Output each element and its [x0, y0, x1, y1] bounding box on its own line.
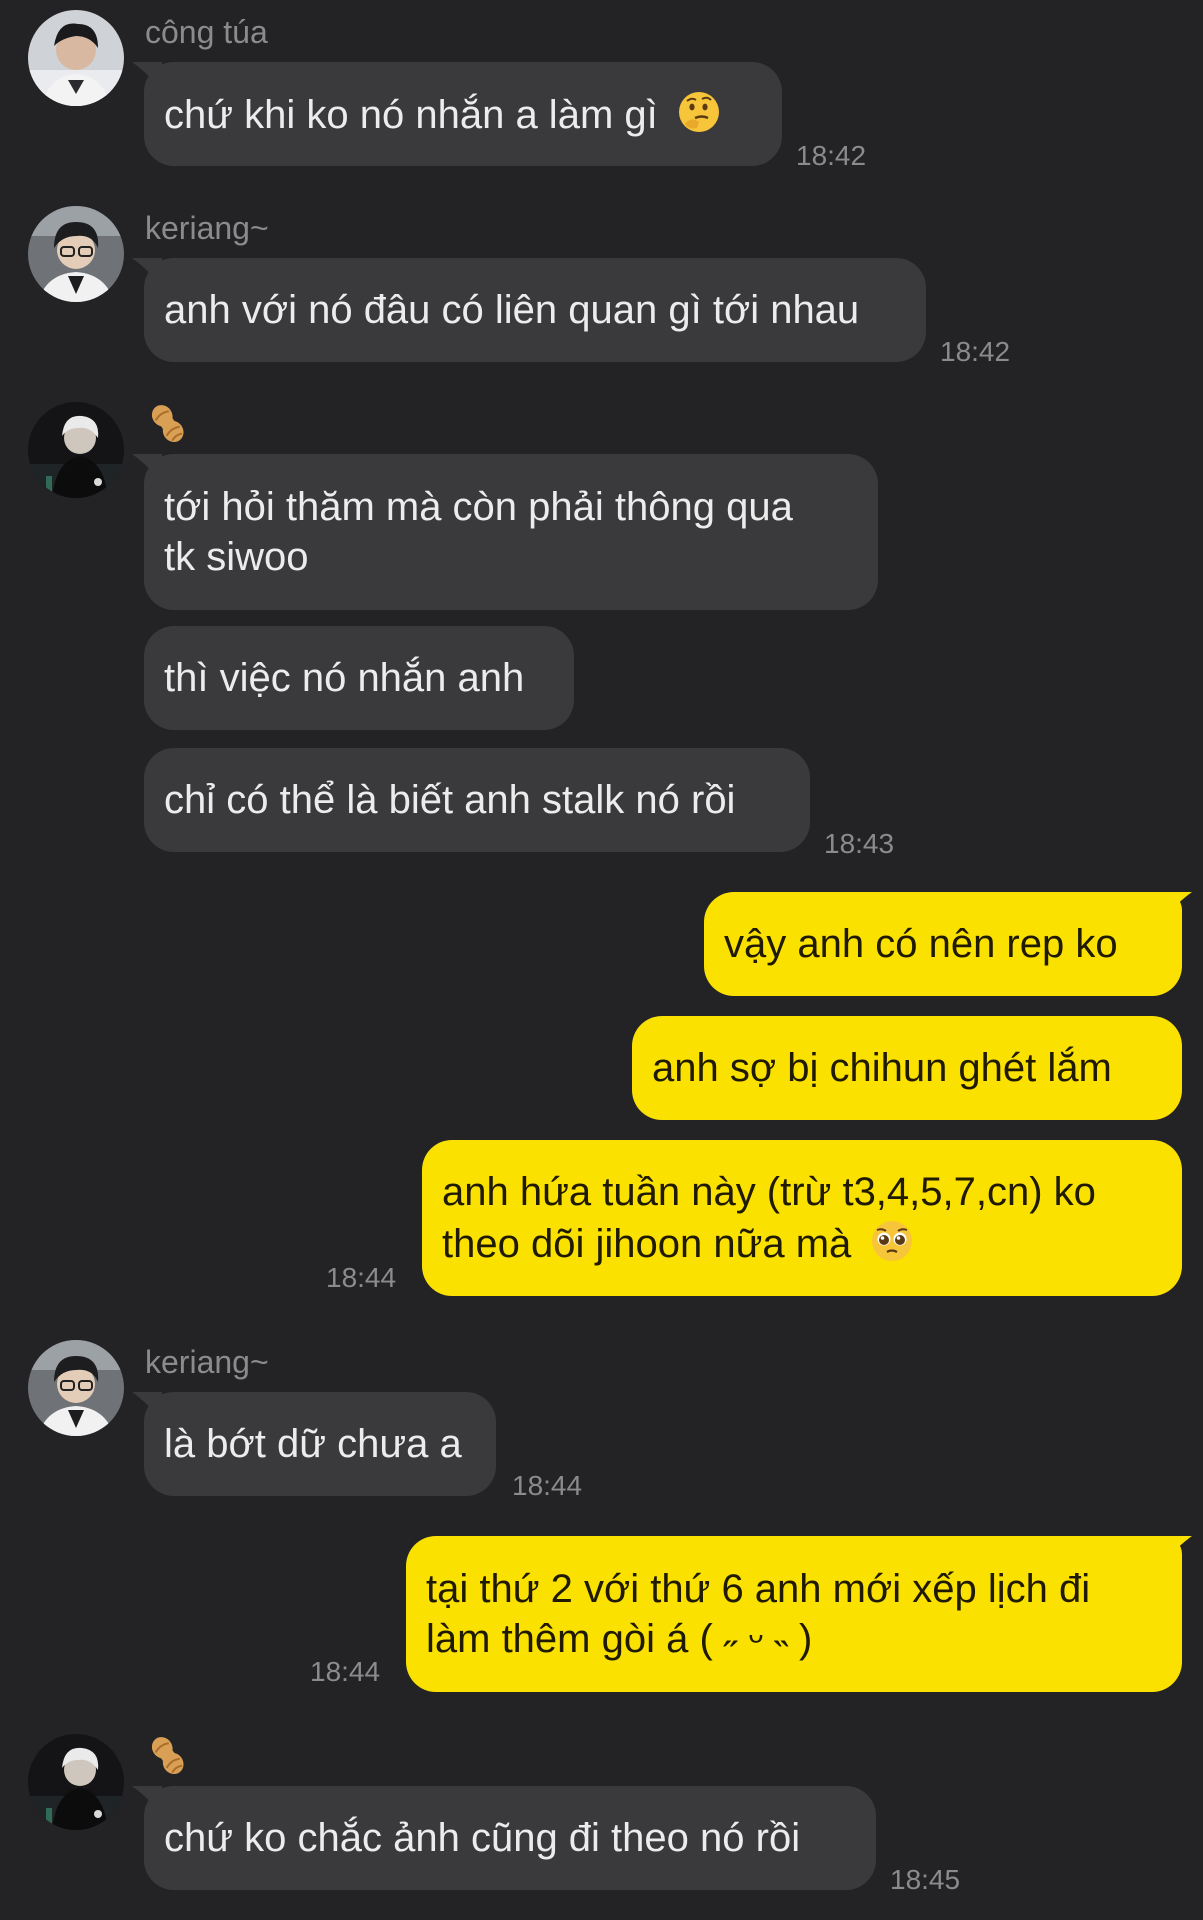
avatar-keriang[interactable]: [28, 206, 124, 302]
message-time: 18:45: [890, 1864, 961, 1895]
message-line: anh hứa tuần này (trừ t3,4,5,7,cn) ko: [442, 1170, 1096, 1214]
message-line: tới hỏi thăm mà còn phải thông qua: [164, 485, 793, 529]
peanut-icon: [151, 405, 184, 443]
message-bubble[interactable]: anh sợ bị chihun ghét lắm: [632, 1016, 1182, 1120]
message-bubble[interactable]: chỉ có thể là biết anh stalk nó rồi: [144, 748, 810, 852]
message-text: là bớt dữ chưa a: [164, 1422, 462, 1466]
message-text: anh sợ bị chihun ghét lắm: [652, 1046, 1112, 1090]
sender-name: công túa: [145, 14, 268, 50]
message-bubble[interactable]: tại thứ 2 với thứ 6 anh mới xếp lịch đi …: [406, 1536, 1182, 1692]
message-time: 18:44: [512, 1470, 583, 1501]
message-bubble[interactable]: thì việc nó nhắn anh: [144, 626, 574, 730]
message-text: thì việc nó nhắn anh: [164, 656, 525, 700]
message-bubble[interactable]: là bớt dữ chưa a: [144, 1392, 496, 1496]
message-text: chỉ có thể là biết anh stalk nó rồi: [164, 778, 736, 822]
message-bubble[interactable]: chứ khi ko nó nhắn a làm gì: [144, 62, 782, 166]
message-line: tk siwoo: [164, 535, 309, 579]
message-text: chứ ko chắc ảnh cũng đi theo nó rồi: [164, 1816, 801, 1860]
message-line: theo dõi jihoon nữa mà: [442, 1222, 852, 1266]
message-bubble[interactable]: chứ ko chắc ảnh cũng đi theo nó rồi: [144, 1786, 876, 1890]
avatar-cong-tua[interactable]: [28, 10, 124, 106]
message-bubble[interactable]: vậy anh có nên rep ko: [704, 892, 1182, 996]
sender-name: keriang~: [145, 1344, 269, 1380]
message-time: 18:43: [824, 828, 895, 859]
message-time: 18:44: [310, 1656, 381, 1687]
avatar-dark-photo[interactable]: [28, 1734, 124, 1830]
message-time: 18:42: [796, 140, 867, 171]
message-time: 18:44: [326, 1262, 397, 1293]
peanut-icon: [151, 1737, 184, 1775]
message-bubble[interactable]: tới hỏi thăm mà còn phải thông qua tk si…: [144, 454, 878, 610]
message-text: anh với nó đâu có liên quan gì tới nhau: [164, 288, 860, 332]
message-bubble[interactable]: anh hứa tuần này (trừ t3,4,5,7,cn) ko th…: [422, 1140, 1182, 1296]
thinking-face-emoji: [678, 92, 719, 132]
sender-name: keriang~: [145, 210, 269, 246]
message-text: chứ khi ko nó nhắn a làm gì: [164, 93, 658, 137]
avatar-dark-photo[interactable]: [28, 402, 124, 498]
message-line: tại thứ 2 với thứ 6 anh mới xếp lịch đi: [426, 1567, 1091, 1611]
message-bubble[interactable]: anh với nó đâu có liên quan gì tới nhau: [144, 258, 926, 362]
message-text: vậy anh có nên rep ko: [724, 922, 1118, 966]
message-time: 18:42: [940, 336, 1011, 367]
message-line: làm thêm gòi á ( ˶ ᵕ ˵ ): [426, 1617, 813, 1661]
pleading-face-emoji: [872, 1221, 913, 1261]
avatar-keriang[interactable]: [28, 1340, 124, 1436]
chat-message-list[interactable]: công túa chứ khi ko nó nhắn a làm gì 18:…: [0, 0, 1203, 1920]
